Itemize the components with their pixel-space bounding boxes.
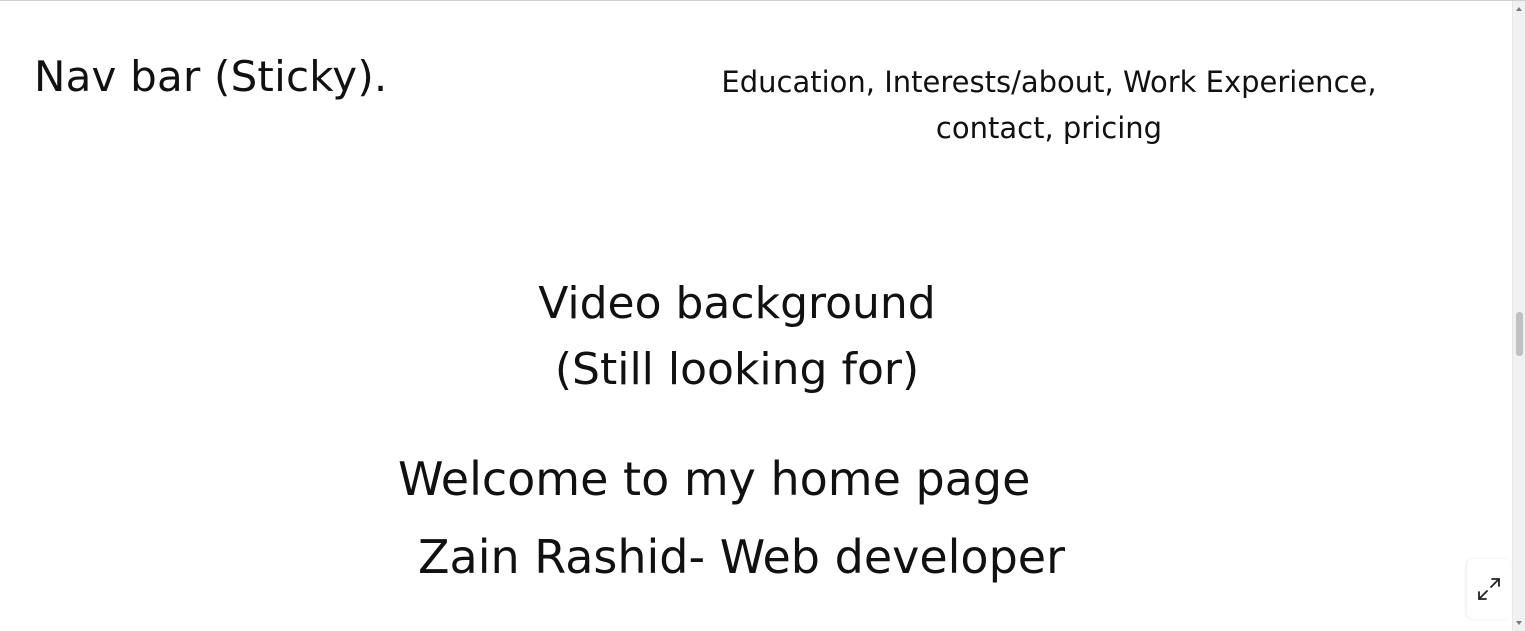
nav-bar-label: Nav bar (Sticky). — [34, 52, 388, 101]
design-canvas: Nav bar (Sticky). Education, Interests/a… — [0, 1, 1513, 631]
expand-icon — [1476, 576, 1502, 602]
video-background-placeholder: Video background (Still looking for) — [487, 271, 987, 403]
welcome-heading: Welcome to my home page — [398, 452, 1031, 506]
nav-links-line-1: Education, Interests/about, Work Experie… — [721, 65, 1377, 99]
scroll-down-arrow-icon[interactable] — [1515, 619, 1523, 627]
author-title: Zain Rashid- Web developer — [418, 530, 1065, 584]
video-background-line-1: Video background — [538, 278, 936, 329]
scroll-up-arrow-icon[interactable] — [1515, 5, 1523, 13]
fullscreen-button[interactable] — [1467, 559, 1511, 619]
nav-links-line-2: contact, pricing — [935, 111, 1163, 145]
video-background-line-2: (Still looking for) — [554, 344, 920, 395]
vertical-scrollbar[interactable] — [1512, 1, 1525, 631]
scroll-thumb[interactable] — [1516, 312, 1523, 356]
nav-links-text: Education, Interests/about, Work Experie… — [680, 59, 1418, 151]
